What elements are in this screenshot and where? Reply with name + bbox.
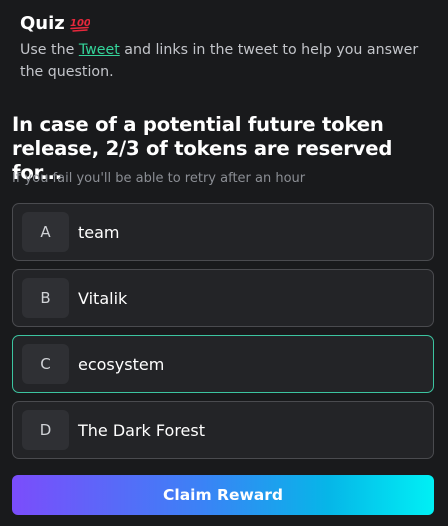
title-row: Quiz 100 [20, 10, 428, 36]
quiz-header: Quiz 100 Use the Tweet and links in the … [20, 10, 428, 83]
option-letter: C [22, 344, 69, 384]
option-label: team [78, 222, 120, 242]
intro-text-before: Use the [20, 42, 79, 58]
hundred-points-icon: 100 [70, 14, 90, 32]
option-label: ecosystem [78, 354, 165, 374]
quiz-instructions: Use the Tweet and links in the tweet to … [20, 39, 420, 83]
option-d[interactable]: D The Dark Forest [12, 401, 434, 459]
option-c[interactable]: C ecosystem [12, 335, 434, 393]
option-b[interactable]: B Vitalik [12, 269, 434, 327]
option-letter: A [22, 212, 69, 252]
retry-hint: If you fail you'll be able to retry afte… [12, 171, 306, 186]
claim-reward-button[interactable]: Claim Reward [12, 475, 434, 515]
option-letter: D [22, 410, 69, 450]
option-label: Vitalik [78, 288, 128, 308]
option-label: The Dark Forest [78, 420, 205, 440]
answer-options: A team B Vitalik C ecosystem D The Dark … [12, 203, 434, 467]
option-letter: B [22, 278, 69, 318]
tweet-link[interactable]: Tweet [79, 42, 120, 58]
page-title: Quiz [20, 12, 65, 34]
option-a[interactable]: A team [12, 203, 434, 261]
